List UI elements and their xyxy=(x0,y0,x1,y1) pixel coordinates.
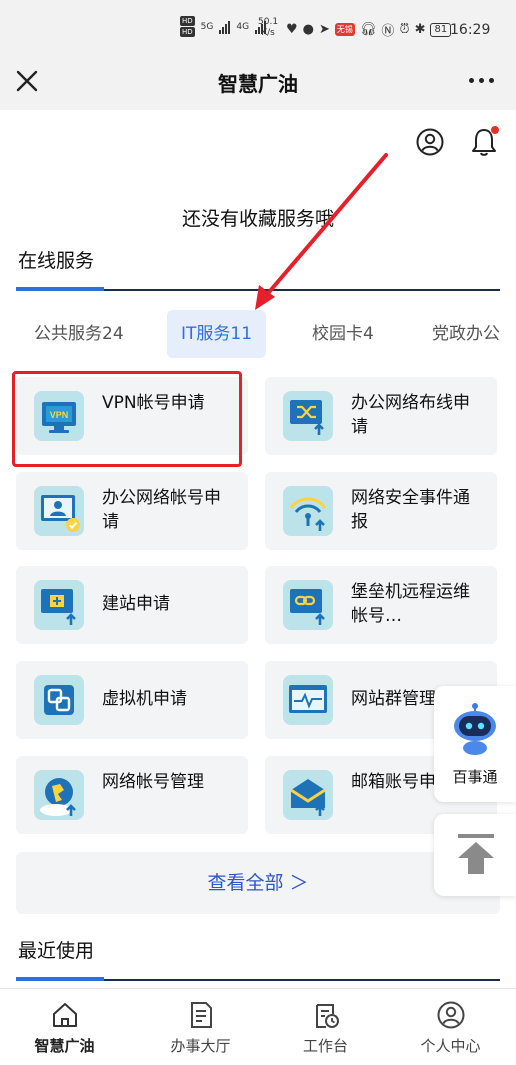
section-divider xyxy=(16,977,500,981)
document-icon xyxy=(190,1002,212,1028)
network-wiring-icon xyxy=(283,391,333,441)
user-profile-icon[interactable] xyxy=(416,128,444,156)
app-header xyxy=(0,110,516,176)
nav-label: 工作台 xyxy=(302,1037,348,1055)
tab-campus-card[interactable]: 校园卡4 xyxy=(312,310,374,358)
nav-workbench[interactable]: 工作台 xyxy=(261,989,390,1065)
service-office-wiring[interactable]: 办公网络布线申请 xyxy=(265,377,497,455)
robot-icon xyxy=(454,703,496,755)
nav-label: 办事大厅 xyxy=(170,1037,231,1055)
clock: 16:29 xyxy=(450,22,491,38)
net-speed: 50.1 K/s xyxy=(258,17,279,38)
network-account-icon xyxy=(34,486,84,536)
app-icon: ● xyxy=(302,22,314,37)
site-build-icon xyxy=(34,580,84,630)
service-tabs: 公共服务24 IT服务11 校园卡4 党政办公 xyxy=(0,308,516,360)
back-to-top-button[interactable] xyxy=(434,814,516,896)
nav-profile[interactable]: 个人中心 xyxy=(386,989,515,1065)
nav-home[interactable]: 智慧广油 xyxy=(0,989,129,1065)
bastion-link-icon xyxy=(283,580,333,630)
service-site-build[interactable]: 建站申请 xyxy=(16,566,248,644)
globe-account-icon xyxy=(34,770,84,820)
nav-label: 个人中心 xyxy=(420,1037,481,1055)
heart-icon: ♥ xyxy=(286,22,298,37)
view-all-button[interactable]: 查看全部 ＞ xyxy=(16,852,500,914)
nav-service-hall[interactable]: 办事大厅 xyxy=(136,989,265,1065)
online-services-title: 在线服务 xyxy=(18,250,95,272)
service-network-account-mgmt[interactable]: 网络帐号管理 xyxy=(16,756,248,834)
bottom-navigation: 智慧广油 办事大厅 工作台 个人中心 xyxy=(0,988,516,1065)
notification-bell-icon[interactable] xyxy=(469,126,499,158)
arrow-up-icon xyxy=(458,834,494,874)
user-icon xyxy=(437,1001,464,1029)
page-title: 智慧广油 xyxy=(218,72,298,96)
nav-label: 智慧广油 xyxy=(34,1037,95,1055)
tab-it-services[interactable]: IT服务11 xyxy=(167,310,267,358)
clipboard-clock-icon xyxy=(315,1004,339,1028)
annotation-highlight-box xyxy=(12,371,242,467)
send-icon: ➤ xyxy=(319,22,330,37)
hd-badge: HD xyxy=(180,27,195,37)
service-label: 虚拟机申请 xyxy=(102,689,187,709)
tab-party-office[interactable]: 党政办公 xyxy=(432,310,500,358)
wifi-security-icon xyxy=(283,486,333,536)
headset-icon: 🎧︎ xyxy=(359,22,377,37)
service-bastion-account[interactable]: 堡垒机远程运维帐号… xyxy=(265,566,497,644)
service-vm[interactable]: 虚拟机申请 xyxy=(16,661,248,739)
section-divider xyxy=(16,287,500,291)
service-label: 网络帐号管理 xyxy=(102,772,204,792)
more-options-icon[interactable] xyxy=(469,78,494,83)
signal-label: 4G xyxy=(236,21,250,32)
site-group-icon xyxy=(283,675,333,725)
recent-title: 最近使用 xyxy=(18,940,95,962)
home-icon xyxy=(52,1003,77,1027)
red-app-badge: 无锡 xyxy=(334,23,355,36)
service-label: 办公网络帐号申请 xyxy=(102,488,221,532)
alarm-icon: ⏰︎ xyxy=(399,22,410,37)
bluetooth-icon: ✱ xyxy=(414,22,426,37)
service-label: 建站申请 xyxy=(102,594,170,614)
status-icons: ♥ ● ➤ 无锡 🎧︎ Ⓝ ⏰︎ ✱ 81 xyxy=(286,20,452,39)
service-label: 网络安全事件通报 xyxy=(351,488,470,532)
service-label: 办公网络布线申请 xyxy=(351,393,470,437)
signal-label: 5G xyxy=(200,21,214,32)
status-bar: HD HD 5G 4G 50.1 K/s ♥ ● ➤ 无锡 🎧︎ Ⓝ ⏰︎ ✱ … xyxy=(0,0,516,56)
service-office-network-account[interactable]: 办公网络帐号申请 xyxy=(16,472,248,550)
assistant-label: 百事通 xyxy=(452,768,498,786)
hd-badge: HD xyxy=(180,16,195,26)
vm-icon xyxy=(34,675,84,725)
service-label: 堡垒机远程运维帐号… xyxy=(351,582,470,626)
signal-indicators: HD HD 5G 4G xyxy=(180,16,267,37)
mailbox-icon xyxy=(283,770,333,820)
signal-bars-icon xyxy=(219,20,231,34)
nfc-icon: Ⓝ xyxy=(381,24,395,39)
favorites-empty-text: 还没有收藏服务哦 xyxy=(181,208,334,230)
battery-icon: 81 xyxy=(430,22,452,37)
notification-dot xyxy=(491,126,499,134)
assistant-float-button[interactable]: 百事通 xyxy=(434,686,516,802)
title-bar: 智慧广油 xyxy=(0,56,516,110)
service-security-incident[interactable]: 网络安全事件通报 xyxy=(265,472,497,550)
tab-public-services[interactable]: 公共服务24 xyxy=(34,310,124,358)
